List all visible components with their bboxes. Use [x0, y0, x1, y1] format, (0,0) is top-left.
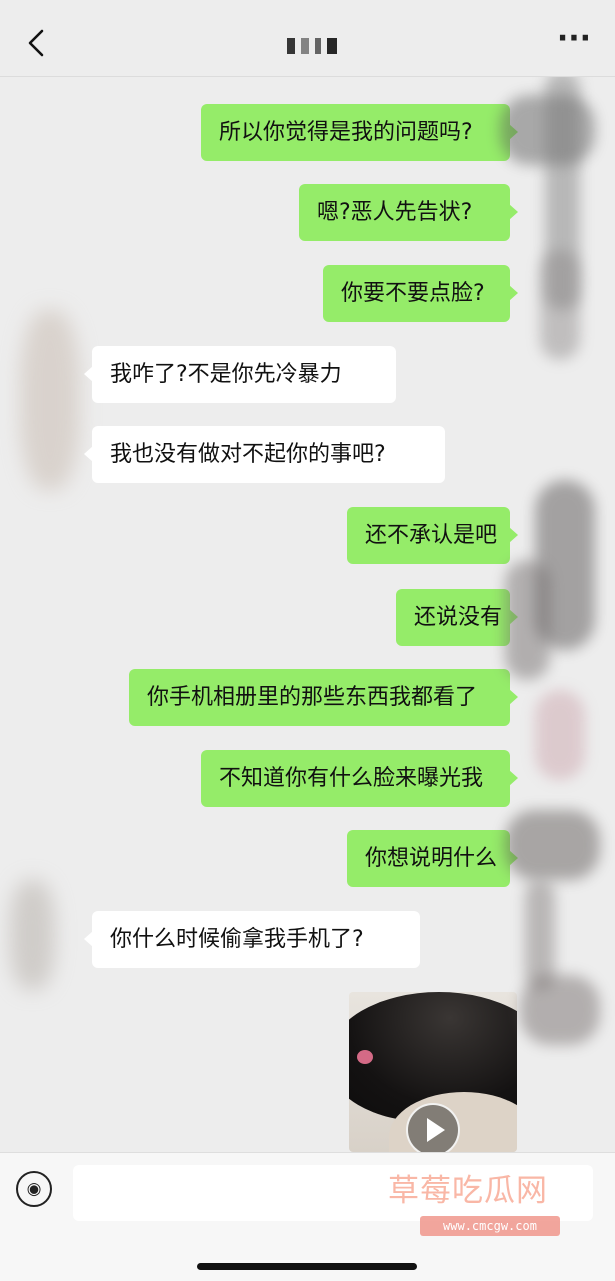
message-bubble-sent[interactable]: 还说没有: [396, 589, 518, 646]
input-bar: ◉ 草莓吃瓜网 www.cmcgw.com: [0, 1152, 615, 1281]
message-bubble-sent[interactable]: 还不承认是吧: [347, 507, 518, 564]
avatar: [10, 880, 55, 990]
play-icon[interactable]: [406, 1103, 460, 1152]
watermark-text: 草莓吃瓜网: [388, 1173, 548, 1209]
censored-contact-name: [287, 38, 337, 54]
message-bubble-received[interactable]: 你什么时候偷拿我手机了?: [84, 911, 420, 968]
home-indicator: [197, 1263, 417, 1270]
censor-stroke: [540, 250, 580, 360]
message-bubble-received[interactable]: 我咋了?不是你先冷暴力: [84, 346, 396, 403]
message-bubble-sent[interactable]: 你手机相册里的那些东西我都看了: [129, 669, 518, 726]
censor-stroke: [505, 810, 600, 880]
message-bubble-sent[interactable]: 嗯?恶人先告状?: [299, 184, 518, 241]
chat-header: ···: [0, 0, 615, 77]
watermark-url: www.cmcgw.com: [420, 1216, 560, 1236]
more-dots-icon[interactable]: ···: [553, 24, 595, 59]
message-bubble-sent[interactable]: 你要不要点脸?: [323, 265, 518, 322]
censor-stroke: [525, 880, 555, 990]
message-bubble-received[interactable]: 我也没有做对不起你的事吧?: [84, 426, 445, 483]
video-message[interactable]: [349, 992, 517, 1152]
censor-stroke: [535, 690, 585, 780]
censor-stroke: [520, 975, 600, 1045]
censor-stroke: [505, 560, 550, 680]
hair-clip: [357, 1050, 373, 1064]
voice-icon[interactable]: ◉: [16, 1171, 52, 1207]
avatar: [20, 310, 80, 490]
chevron-left-icon[interactable]: [22, 28, 52, 58]
message-bubble-sent[interactable]: 所以你觉得是我的问题吗?: [201, 104, 518, 161]
message-bubble-sent[interactable]: 不知道你有什么脸来曝光我: [201, 750, 518, 807]
message-bubble-sent[interactable]: 你想说明什么: [347, 830, 518, 887]
